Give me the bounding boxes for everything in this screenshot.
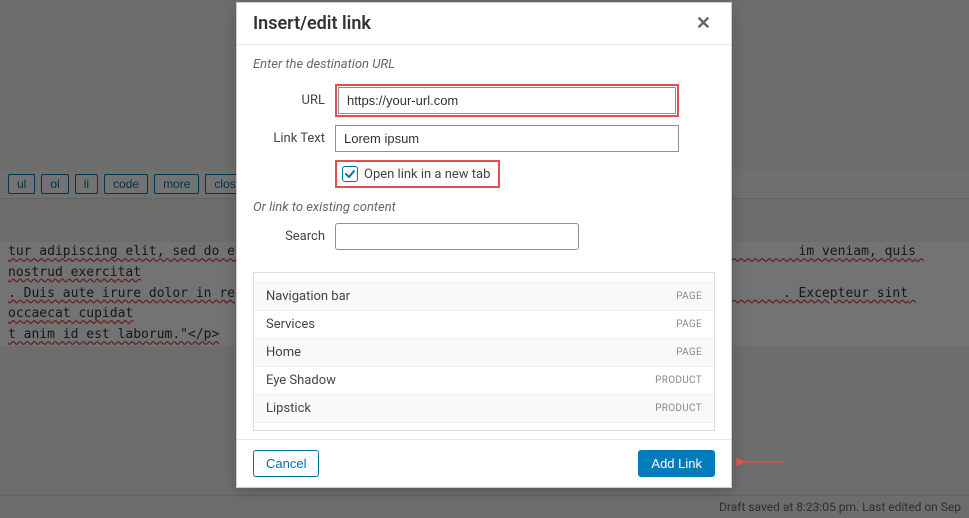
item-meta: PAGE [676,272,702,274]
list-item[interactable]: Services PAGE [254,311,714,339]
item-meta: PRODUCT [655,403,702,414]
item-title: About Us [266,272,319,276]
item-title: Lipstick [266,401,311,416]
list-item[interactable]: Lipstick PRODUCT [254,395,714,423]
close-icon: ✕ [696,13,711,33]
dialog-title: Insert/edit link [253,13,371,34]
new-tab-checkbox-row[interactable]: Open link in a new tab [335,160,500,188]
list-item[interactable]: Navigation bar PAGE [254,283,714,311]
item-title: Services [266,317,315,332]
link-text-row: Link Text [253,125,715,152]
insert-link-dialog: Insert/edit link ✕ Enter the destination… [236,2,732,488]
item-title: Navigation bar [266,289,350,304]
cancel-button[interactable]: Cancel [253,450,319,477]
link-text-input[interactable] [335,125,679,152]
url-input[interactable] [338,87,676,114]
list-item[interactable]: Makeup Set PRODUCT [254,423,714,431]
new-tab-label: Open link in a new tab [364,167,490,182]
existing-content-list[interactable]: About Us PAGE Navigation bar PAGE Servic… [253,272,715,431]
list-item[interactable]: About Us PAGE [254,272,714,283]
existing-instruction: Or link to existing content [253,200,715,215]
dialog-footer: Cancel Add Link [237,439,731,487]
list-item[interactable]: Eye Shadow PRODUCT [254,367,714,395]
close-button[interactable]: ✕ [692,13,715,34]
list-item[interactable]: Home PAGE [254,339,714,367]
item-meta: PRODUCT [655,375,702,386]
search-input[interactable] [335,223,579,250]
link-text-label: Link Text [253,131,335,146]
search-label: Search [253,229,335,244]
search-row: Search [253,223,715,250]
new-tab-checkbox[interactable] [342,166,358,182]
check-icon [344,168,356,180]
item-title: Home [266,345,301,360]
dialog-header: Insert/edit link ✕ [237,3,731,45]
item-meta: PAGE [676,291,702,302]
destination-instruction: Enter the destination URL [253,57,715,72]
url-row: URL [253,84,715,117]
item-title: Eye Shadow [266,373,336,388]
item-meta: PAGE [676,319,702,330]
item-title: Makeup Set [266,429,334,431]
dialog-body: Enter the destination URL URL Link Text … [237,45,731,439]
item-meta: PAGE [676,347,702,358]
url-label: URL [253,93,335,108]
add-link-button[interactable]: Add Link [638,450,715,477]
